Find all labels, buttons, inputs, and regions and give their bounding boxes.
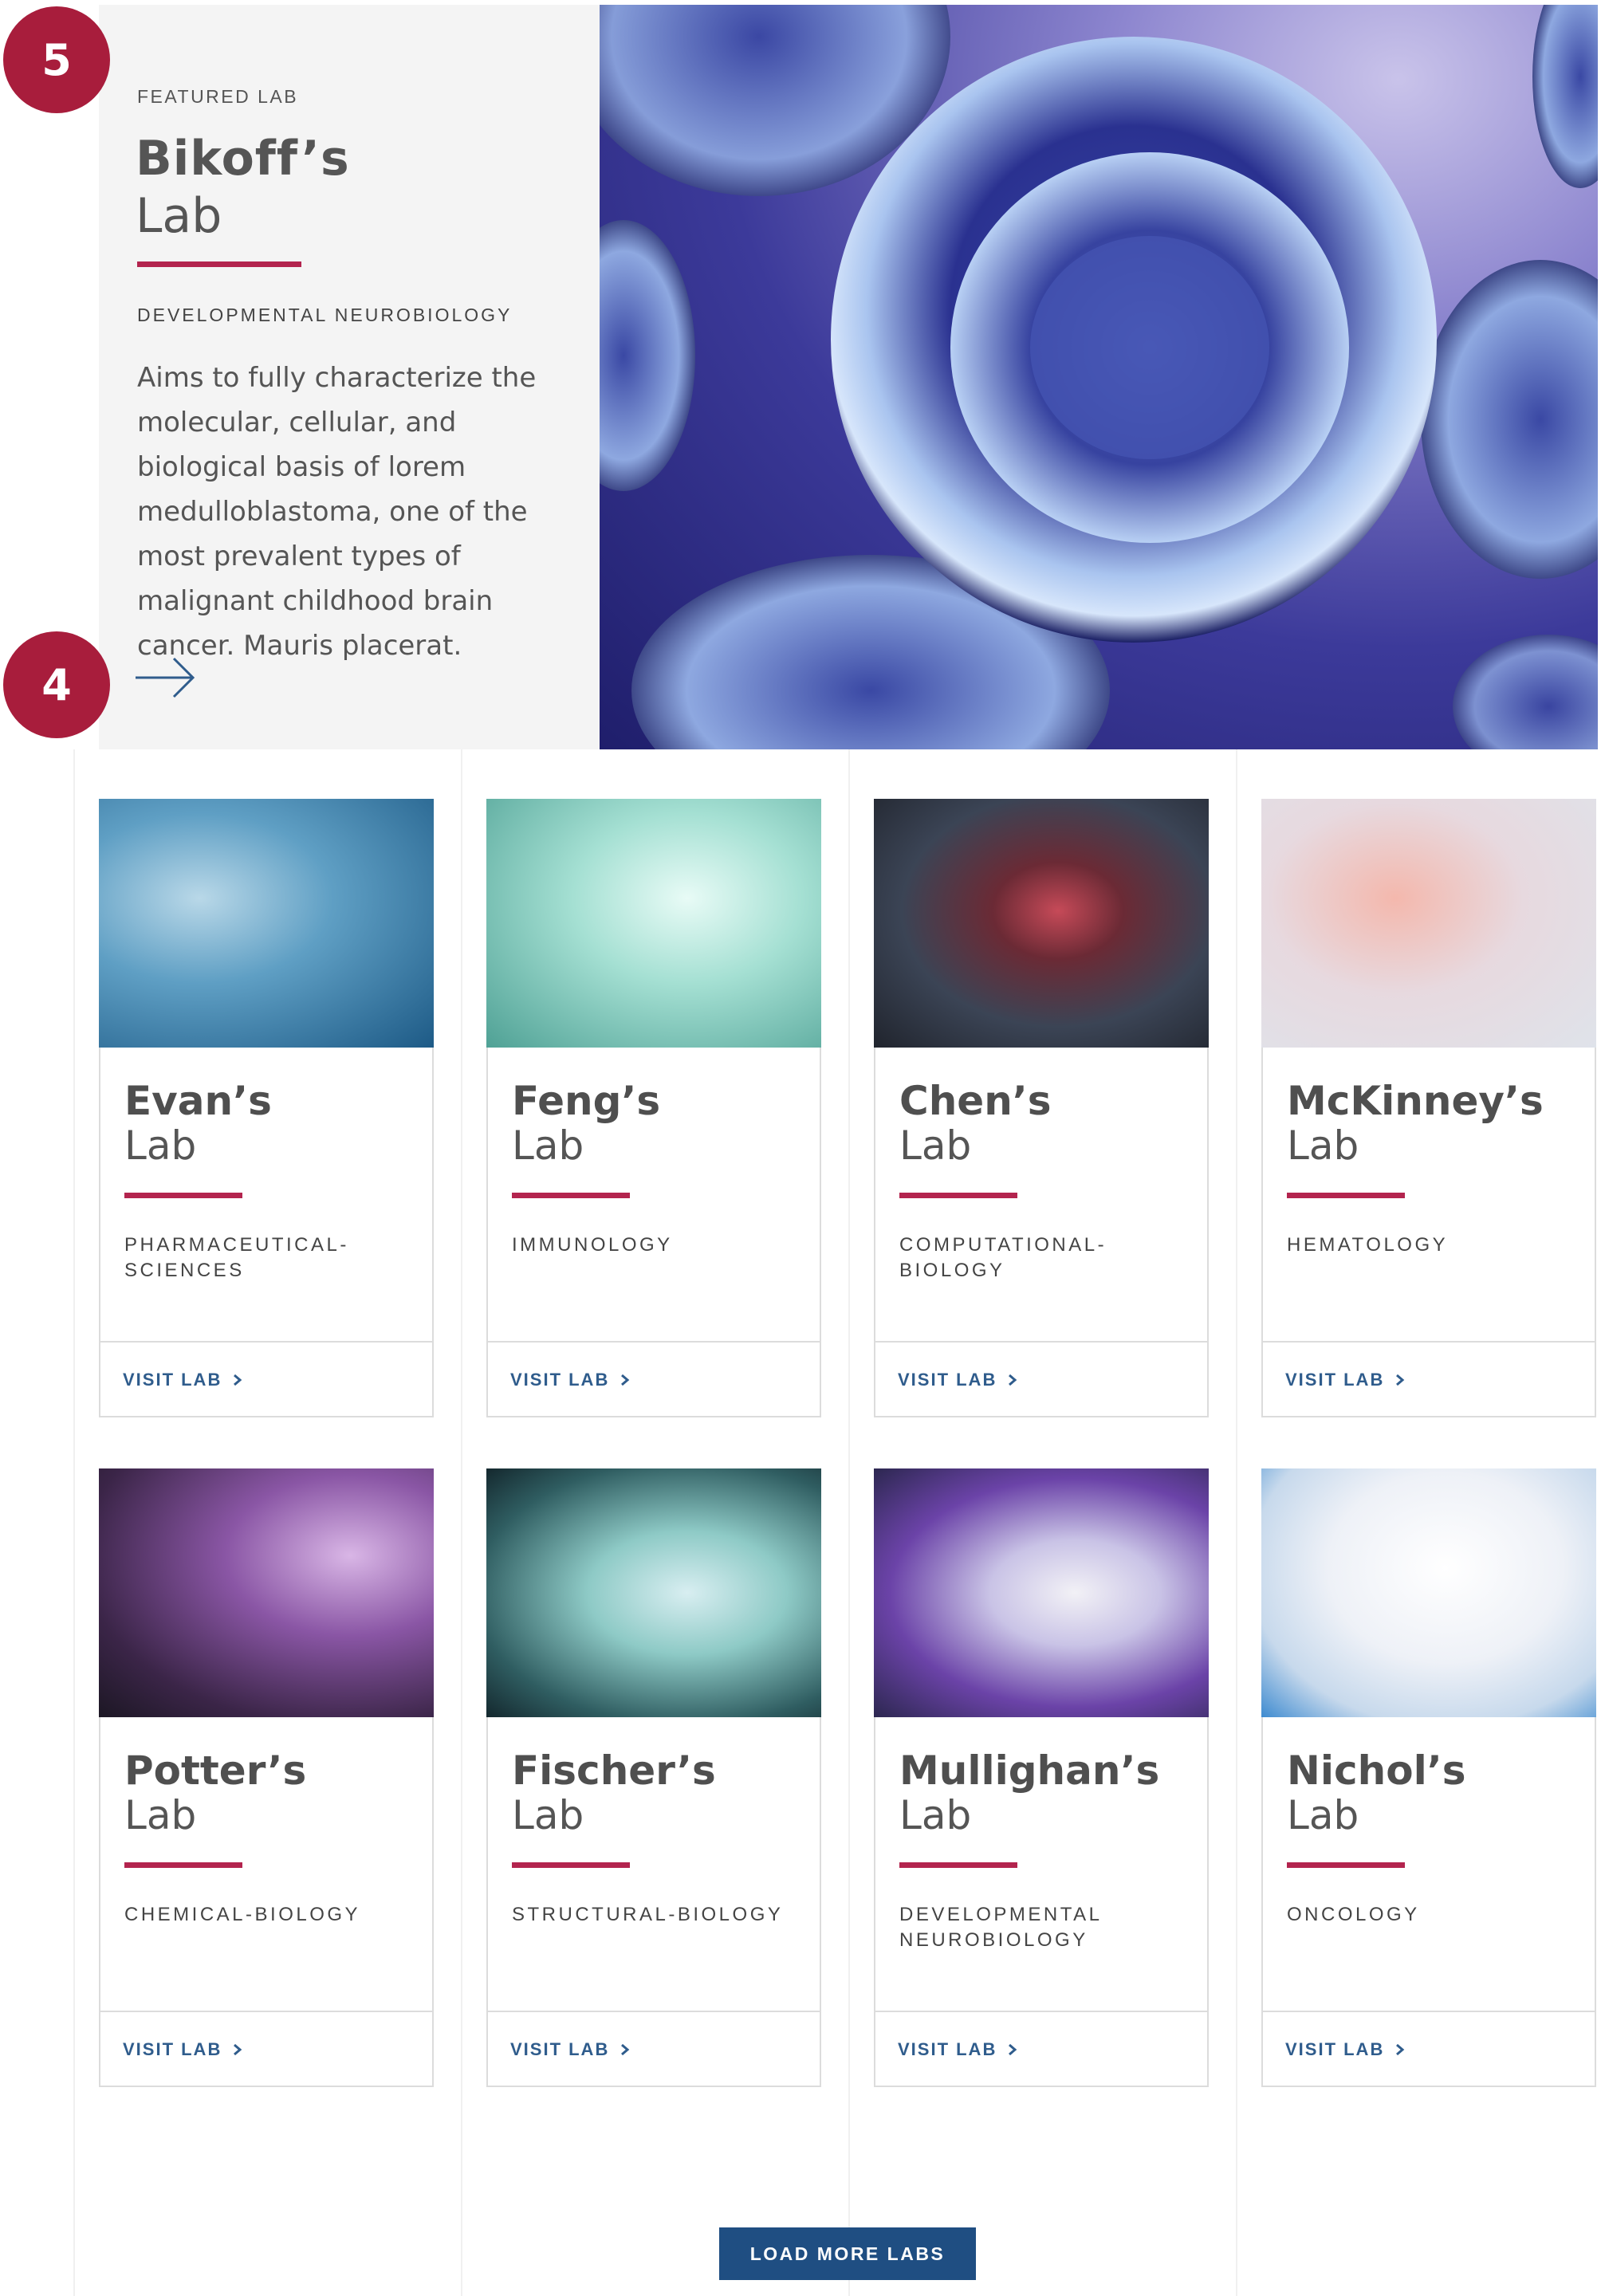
visit-lab-label: VISIT LAB	[898, 1370, 997, 1390]
accent-rule	[124, 1193, 242, 1198]
lab-card-image	[486, 1468, 821, 1717]
lab-card-footer: VISIT LAB	[488, 2011, 820, 2087]
lab-card-category: CHEMICAL-BIOLOGY	[124, 1904, 361, 1925]
lab-card-image	[99, 799, 434, 1048]
lab-card: Nichol’s Lab ONCOLOGY VISIT LAB	[1261, 1468, 1596, 2087]
lab-card-image	[1261, 799, 1596, 1048]
visit-lab-label: VISIT LAB	[123, 2039, 222, 2059]
lab-card: Evan’s Lab PHARMACEUTICAL- SCIENCES VISIT L…	[99, 799, 434, 1417]
chevron-right-icon	[1396, 1374, 1405, 1386]
visit-lab-label: VISIT LAB	[123, 1370, 222, 1390]
featured-title-lab: Lab	[136, 188, 222, 244]
chevron-right-icon	[234, 2043, 242, 2056]
lab-card-title-lab: Lab	[512, 1792, 584, 1838]
visit-lab-link[interactable]: VISIT LAB	[898, 2039, 1017, 2060]
lab-card-image	[874, 799, 1209, 1048]
column-guide	[461, 749, 462, 2296]
chevron-right-icon	[234, 1374, 242, 1386]
lab-card-name: Chen’s	[899, 1078, 1052, 1124]
chevron-right-icon	[1396, 2043, 1405, 2056]
annotation-badge-4: 4	[3, 631, 110, 738]
lab-card: Feng’s Lab IMMUNOLOGY VISIT LAB	[486, 799, 821, 1417]
lab-card-footer: VISIT LAB	[875, 1341, 1207, 1417]
visit-lab-label: VISIT LAB	[510, 2039, 610, 2059]
visit-lab-link[interactable]: VISIT LAB	[123, 1370, 242, 1390]
lab-card-name: Fischer’s	[512, 1748, 716, 1794]
accent-rule	[512, 1193, 630, 1198]
lab-card-image	[1261, 1468, 1596, 1717]
lab-card-name: Nichol’s	[1287, 1748, 1466, 1794]
lab-card-title-lab: Lab	[1287, 1122, 1359, 1169]
lab-card-title-lab: Lab	[512, 1122, 584, 1169]
lab-card: McKinney’s Lab HEMATOLOGY VISIT LAB	[1261, 799, 1596, 1417]
lab-card-category: IMMUNOLOGY	[512, 1234, 673, 1256]
lab-card-category: STRUCTURAL-BIOLOGY	[512, 1904, 784, 1925]
visit-lab-label: VISIT LAB	[898, 2039, 997, 2059]
chevron-right-icon	[621, 1374, 630, 1386]
lab-card-image	[874, 1468, 1209, 1717]
column-guide	[848, 749, 850, 2296]
lab-card: Chen’s Lab COMPUTATIONAL- BIOLOGY VISIT LAB	[874, 799, 1209, 1417]
lab-card-footer: VISIT LAB	[488, 1341, 820, 1417]
visit-lab-label: VISIT LAB	[510, 1370, 610, 1390]
lab-card-title-lab: Lab	[124, 1792, 197, 1838]
chevron-right-icon	[1009, 1374, 1017, 1386]
lab-card-name: Feng’s	[512, 1078, 661, 1124]
visit-lab-link[interactable]: VISIT LAB	[123, 2039, 242, 2060]
column-guide	[1236, 749, 1237, 2296]
chevron-right-icon	[621, 2043, 630, 2056]
chevron-right-icon	[1009, 2043, 1017, 2056]
accent-rule	[137, 261, 301, 267]
lab-card-category: ONCOLOGY	[1287, 1904, 1420, 1925]
visit-lab-link[interactable]: VISIT LAB	[510, 1370, 630, 1390]
lab-card-image	[99, 1468, 434, 1717]
lab-card-category: HEMATOLOGY	[1287, 1234, 1449, 1256]
accent-rule	[124, 1862, 242, 1868]
lab-card-footer: VISIT LAB	[1263, 1341, 1595, 1417]
lab-card-name: Evan’s	[124, 1078, 272, 1124]
visit-lab-link[interactable]: VISIT LAB	[898, 1370, 1017, 1390]
lab-card-footer: VISIT LAB	[100, 1341, 432, 1417]
lab-card-category: COMPUTATIONAL- BIOLOGY	[899, 1234, 1107, 1281]
lab-card-category: DEVELOPMENTAL NEUROBIOLOGY	[899, 1904, 1103, 1951]
featured-title: Bikoff’s	[136, 131, 350, 187]
lab-card-name: Mullighan’s	[899, 1748, 1160, 1794]
visit-lab-link[interactable]: VISIT LAB	[510, 2039, 630, 2060]
lab-card: Potter’s Lab CHEMICAL-BIOLOGY VISIT LAB	[99, 1468, 434, 2087]
lab-card: Fischer’s Lab STRUCTURAL-BIOLOGY VISIT LAB	[486, 1468, 821, 2087]
lab-card-category: PHARMACEUTICAL- SCIENCES	[124, 1234, 349, 1281]
featured-eyebrow: FEATURED LAB	[137, 86, 299, 107]
lab-card-image	[486, 799, 821, 1048]
visit-lab-link[interactable]: VISIT LAB	[1285, 2039, 1405, 2060]
lab-card-footer: VISIT LAB	[875, 2011, 1207, 2087]
lab-card-footer: VISIT LAB	[100, 2011, 432, 2087]
visit-lab-label: VISIT LAB	[1285, 1370, 1385, 1390]
lab-card: Mullighan’s Lab DEVELOPMENTAL NEUROBIOLOGY…	[874, 1468, 1209, 2087]
lab-card-title-lab: Lab	[124, 1122, 197, 1169]
load-more-labs-button[interactable]: LOAD MORE LABS	[719, 2227, 976, 2280]
accent-rule	[1287, 1862, 1405, 1868]
visit-lab-label: VISIT LAB	[1285, 2039, 1385, 2059]
lab-card-footer: VISIT LAB	[1263, 2011, 1595, 2087]
accent-rule	[899, 1193, 1017, 1198]
accent-rule	[1287, 1193, 1405, 1198]
lab-card-name: McKinney’s	[1287, 1078, 1544, 1124]
featured-description: Aims to fully characterize the molecular…	[137, 362, 537, 662]
lab-card-title-lab: Lab	[899, 1792, 972, 1838]
visit-lab-link[interactable]: VISIT LAB	[1285, 1370, 1405, 1390]
featured-lab: FEATURED LAB Bikoff’s Lab DEVELOPMENTAL …	[99, 5, 1598, 749]
lab-card-name: Potter’s	[124, 1748, 307, 1794]
accent-rule	[899, 1862, 1017, 1868]
arrow-right-icon[interactable]	[134, 654, 198, 702]
lab-card-title-lab: Lab	[1287, 1792, 1359, 1838]
featured-category: DEVELOPMENTAL NEUROBIOLOGY	[137, 305, 513, 325]
column-guide	[73, 749, 75, 2296]
featured-lab-panel: FEATURED LAB Bikoff’s Lab DEVELOPMENTAL …	[99, 5, 600, 749]
accent-rule	[512, 1862, 630, 1868]
annotation-badge-5: 5	[3, 6, 110, 113]
lab-card-title-lab: Lab	[899, 1122, 972, 1169]
featured-cell-image	[600, 5, 1598, 749]
